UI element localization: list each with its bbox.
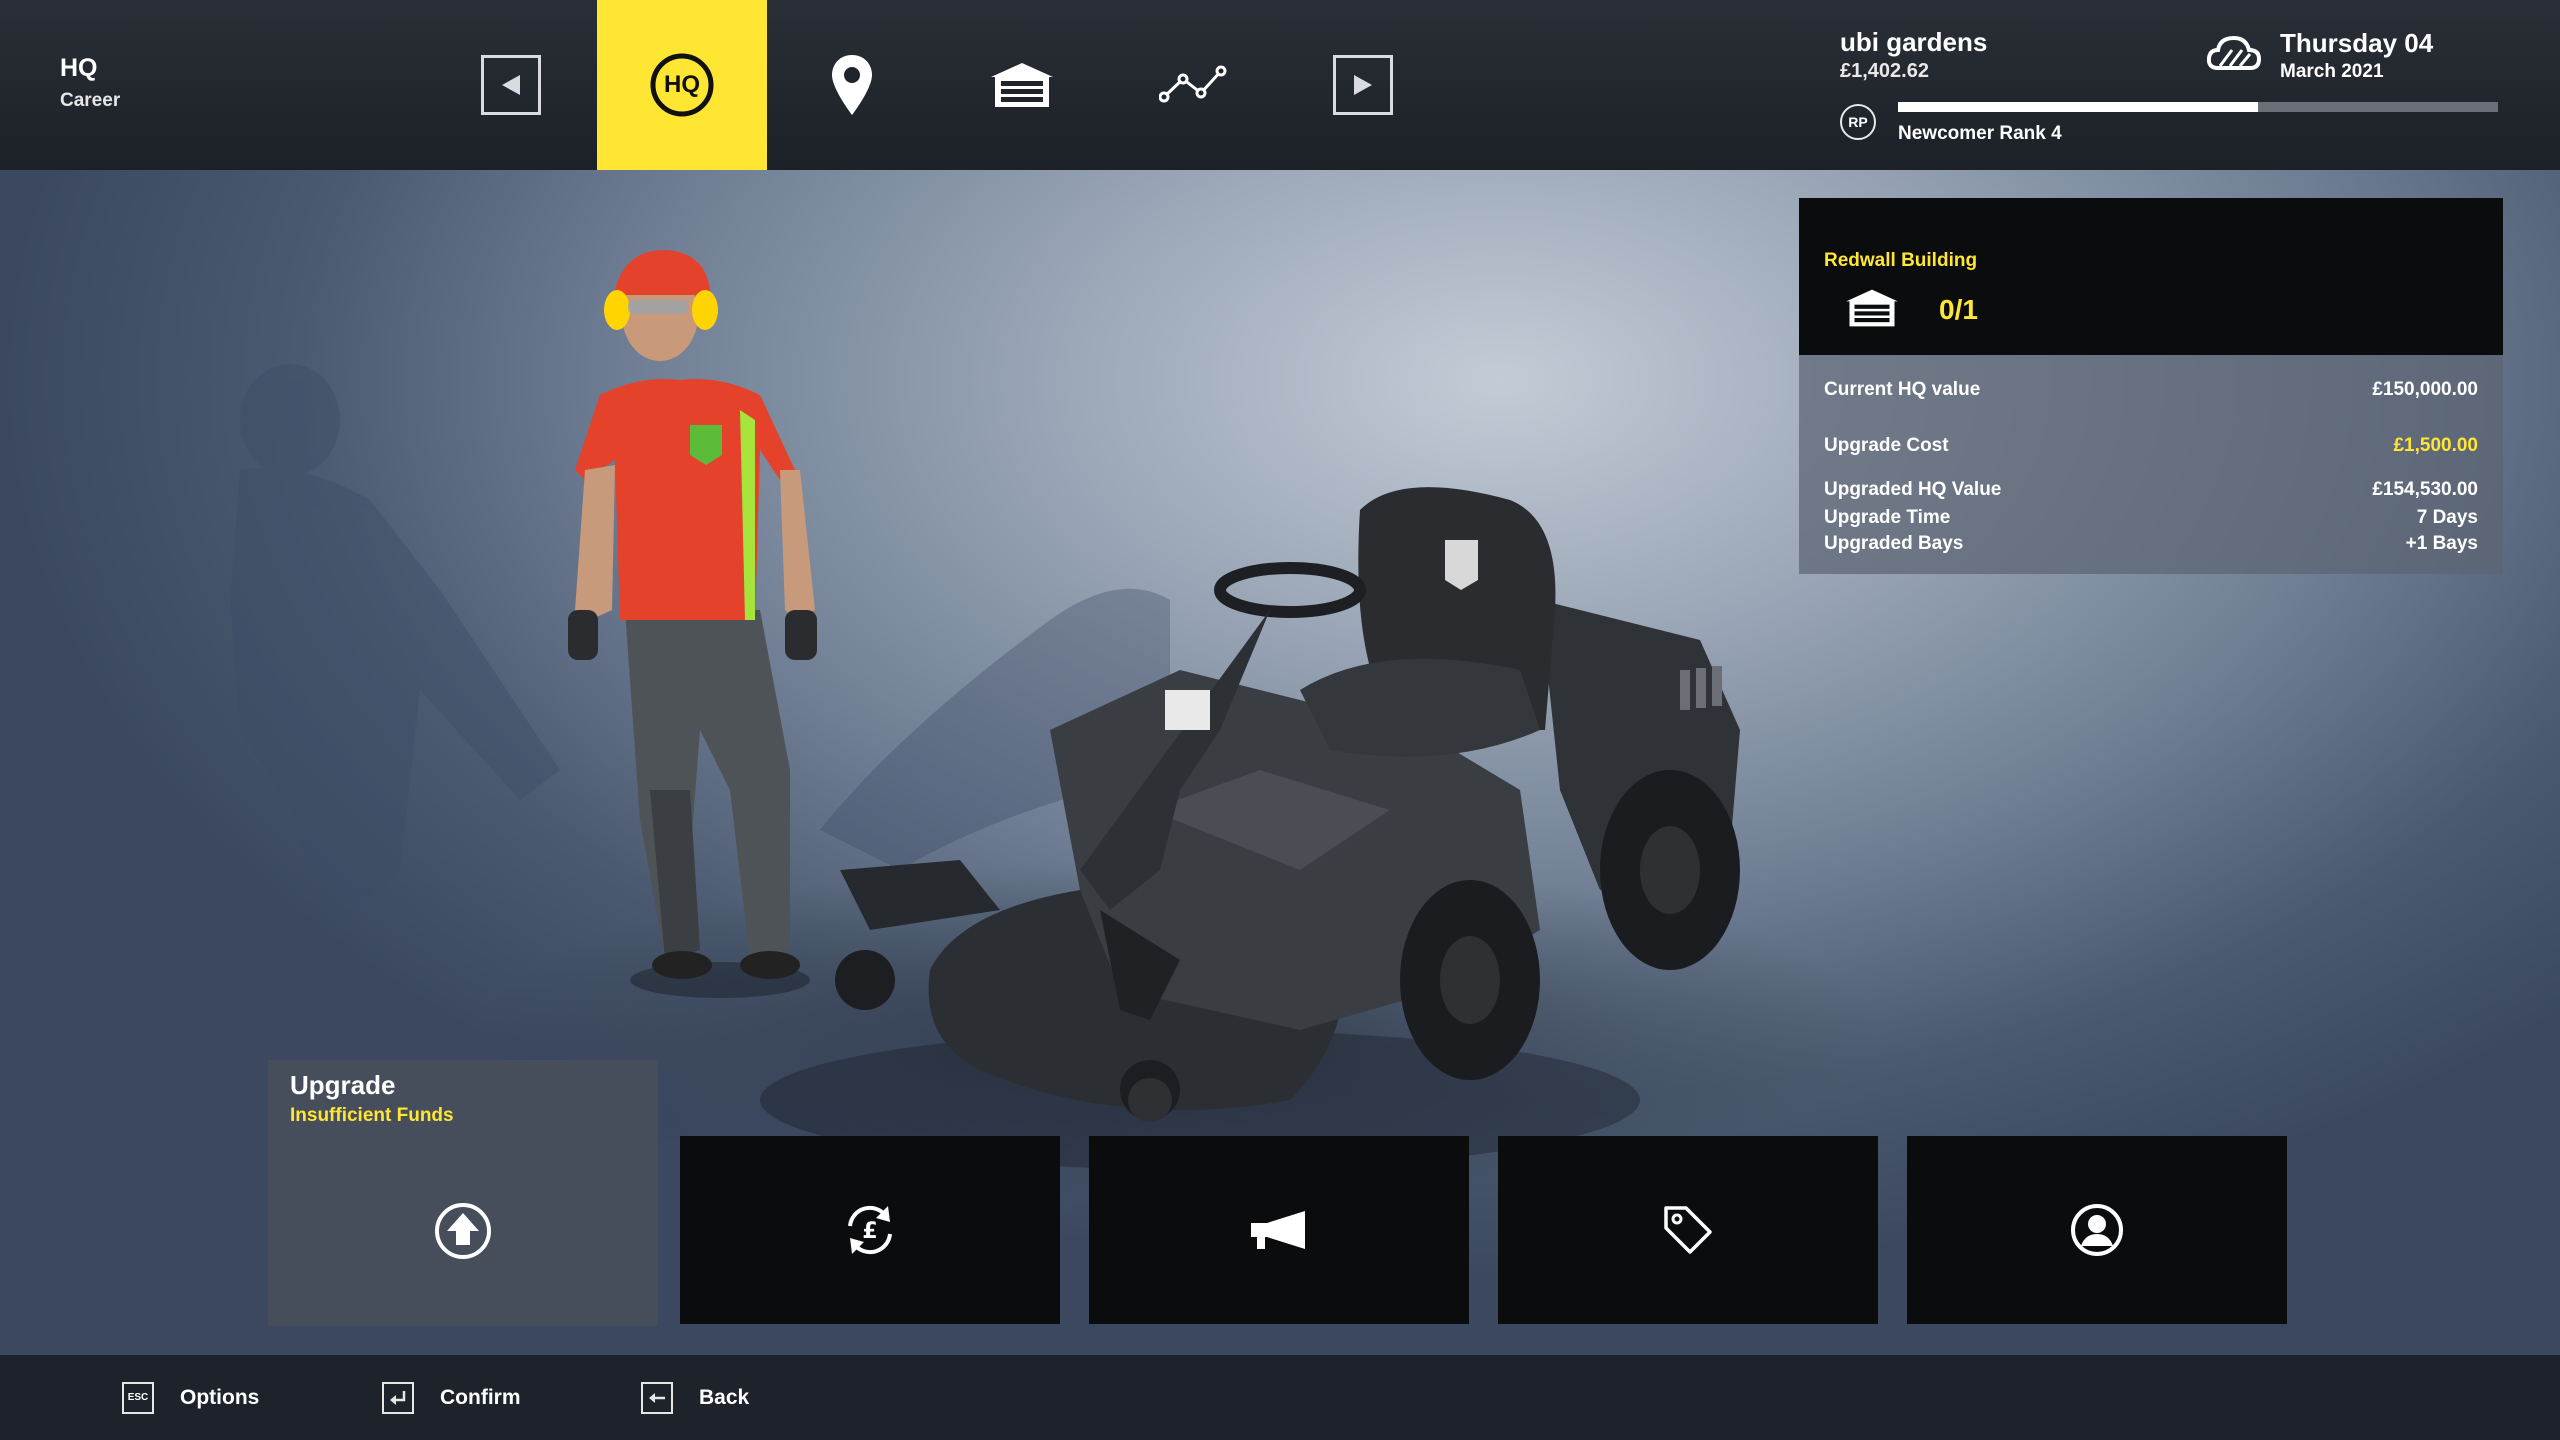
map-pin-icon — [832, 55, 872, 115]
rank-progress-fill — [1898, 102, 2258, 112]
nav-map-tab[interactable] — [767, 0, 937, 170]
graph-icon — [1159, 65, 1227, 103]
upload-circle-icon — [435, 1203, 491, 1259]
confirm-label: Confirm — [440, 1385, 521, 1409]
nav-next-button[interactable] — [1278, 0, 1448, 170]
svg-text:£: £ — [862, 1219, 877, 1244]
rank-label: Newcomer Rank 4 — [1898, 123, 2062, 144]
page-title: HQ — [60, 54, 98, 82]
cloud-icon — [2206, 35, 2262, 70]
triangle-right-icon — [1333, 55, 1393, 115]
upgrade-label-tab: Upgrade Insufficient Funds — [268, 1060, 658, 1136]
company-name: ubi gardens — [1840, 27, 1988, 57]
esc-key-icon: ESC — [122, 1381, 154, 1414]
nav-garage-tab[interactable] — [937, 0, 1107, 170]
garage-icon — [991, 63, 1053, 107]
confirm-hint[interactable]: Confirm — [382, 1355, 521, 1440]
worker-figure — [568, 250, 817, 998]
date-month: March 2021 — [2280, 61, 2384, 82]
backspace-key-icon — [641, 1381, 673, 1414]
top-bar: HQ Career HQ ubi gardens £1,402.62 RP Ne… — [0, 0, 2560, 170]
upgrade-action-card[interactable] — [268, 1136, 658, 1326]
info-row-value: +1 Bays — [2405, 533, 2478, 554]
options-hint[interactable]: ESC Options — [122, 1355, 259, 1440]
page-subtitle: Career — [60, 90, 121, 111]
sell-action-card[interactable]: £ — [680, 1136, 1060, 1324]
rank-progress-bar — [1898, 102, 2498, 112]
info-row-label: Current HQ value — [1824, 379, 1981, 400]
info-panel-body: Current HQ value £150,000.00 Upgrade Cos… — [1799, 355, 2503, 574]
upgrade-title: Upgrade — [290, 1070, 396, 1100]
nav-hq-tab[interactable]: HQ — [597, 0, 767, 170]
nav-prev-button[interactable] — [426, 0, 596, 170]
user-circle-icon — [2071, 1204, 2123, 1256]
staff-action-card[interactable] — [1907, 1136, 2287, 1324]
pound-exchange-icon: £ — [848, 1205, 892, 1255]
upgrade-status: Insufficient Funds — [290, 1105, 454, 1126]
info-row-value: £150,000.00 — [2372, 379, 2478, 400]
enter-key-icon — [382, 1381, 414, 1414]
company-money: £1,402.62 — [1840, 60, 1929, 82]
info-row-value: £154,530.00 — [2372, 479, 2478, 500]
info-panel-header: Redwall Building 0/1 — [1799, 198, 2503, 355]
garage-icon — [1846, 289, 1898, 327]
worker-shadow — [230, 364, 560, 930]
date-day: Thursday 04 — [2280, 28, 2434, 58]
info-row-value: £1,500.00 — [2393, 435, 2478, 456]
options-label: Options — [180, 1385, 260, 1409]
info-row-label: Upgraded HQ Value — [1824, 479, 2002, 500]
info-row-label: Upgraded Bays — [1824, 533, 1964, 554]
building-name: Redwall Building — [1824, 250, 1978, 271]
megaphone-icon — [1251, 1211, 1305, 1249]
rp-badge: RP — [1840, 104, 1876, 140]
info-row-label: Upgrade Time — [1824, 507, 1951, 528]
hq-info-panel: Redwall Building 0/1 Current HQ value £1… — [1799, 198, 2503, 574]
advertise-action-card[interactable] — [1089, 1136, 1469, 1324]
back-hint[interactable]: Back — [641, 1355, 749, 1440]
bays-count: 0/1 — [1939, 294, 1978, 325]
tag-action-card[interactable] — [1498, 1136, 1878, 1324]
nav-stats-tab[interactable] — [1108, 0, 1278, 170]
info-row-value: 7 Days — [2416, 507, 2478, 528]
hq-badge-label: HQ — [664, 71, 700, 98]
tag-icon — [1664, 1206, 1712, 1254]
bottom-bar: ESC Options Confirm Back — [0, 1355, 2560, 1440]
info-row-label: Upgrade Cost — [1824, 435, 1949, 456]
back-label: Back — [699, 1385, 750, 1409]
triangle-left-icon — [481, 55, 541, 115]
